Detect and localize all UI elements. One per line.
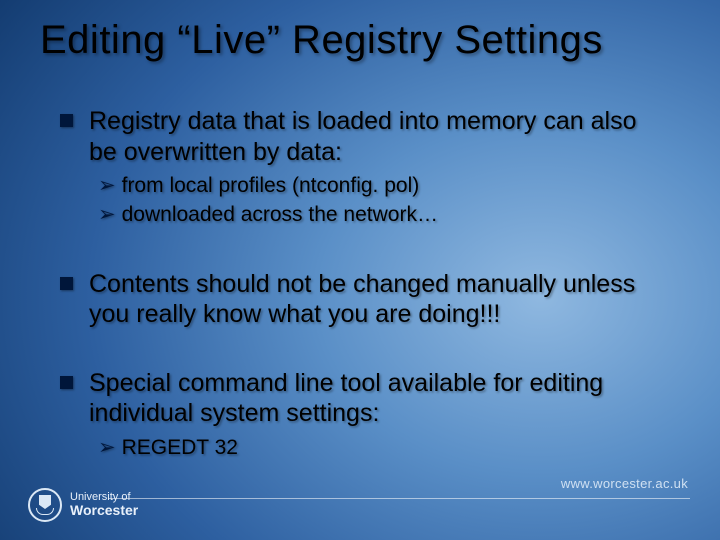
sub-bullet-item: ➢ from local profiles (ntconfig. pol) <box>98 173 665 200</box>
arrow-bullet-icon: ➢ <box>98 173 116 199</box>
slide-title: Editing “Live” Registry Settings <box>40 18 690 63</box>
square-bullet-icon <box>60 277 73 290</box>
square-bullet-icon <box>60 376 73 389</box>
sub-bullet-text: from local profiles (ntconfig. pol) <box>122 173 420 200</box>
square-bullet-icon <box>60 114 73 127</box>
crest-icon <box>28 488 62 522</box>
sub-bullet-group: ➢ REGEDT 32 <box>98 435 665 462</box>
sub-bullet-group: ➢ from local profiles (ntconfig. pol) ➢ … <box>98 173 665 229</box>
slide: Editing “Live” Registry Settings Registr… <box>0 0 720 540</box>
bullet-text: Contents should not be changed manually … <box>89 269 665 330</box>
sub-bullet-item: ➢ REGEDT 32 <box>98 435 665 462</box>
spacer <box>60 336 665 354</box>
sub-bullet-text: downloaded across the network… <box>122 202 438 229</box>
footer-divider <box>108 498 690 499</box>
slide-content: Registry data that is loaded into memory… <box>60 92 665 470</box>
bullet-text: Registry data that is loaded into memory… <box>89 106 665 167</box>
sub-bullet-item: ➢ downloaded across the network… <box>98 202 665 229</box>
bullet-text: Special command line tool available for … <box>89 368 665 429</box>
footer-url: www.worcester.ac.uk <box>561 476 688 491</box>
bullet-item: Contents should not be changed manually … <box>60 269 665 330</box>
slide-footer: www.worcester.ac.uk University of Worces… <box>0 470 720 540</box>
sub-bullet-text: REGEDT 32 <box>122 435 238 462</box>
bullet-item: Registry data that is loaded into memory… <box>60 106 665 167</box>
logo-text: University of Worcester <box>70 492 138 518</box>
arrow-bullet-icon: ➢ <box>98 435 116 461</box>
bullet-item: Special command line tool available for … <box>60 368 665 429</box>
logo-line2: Worcester <box>70 503 138 518</box>
spacer <box>60 237 665 255</box>
university-logo: University of Worcester <box>28 488 138 522</box>
arrow-bullet-icon: ➢ <box>98 202 116 228</box>
